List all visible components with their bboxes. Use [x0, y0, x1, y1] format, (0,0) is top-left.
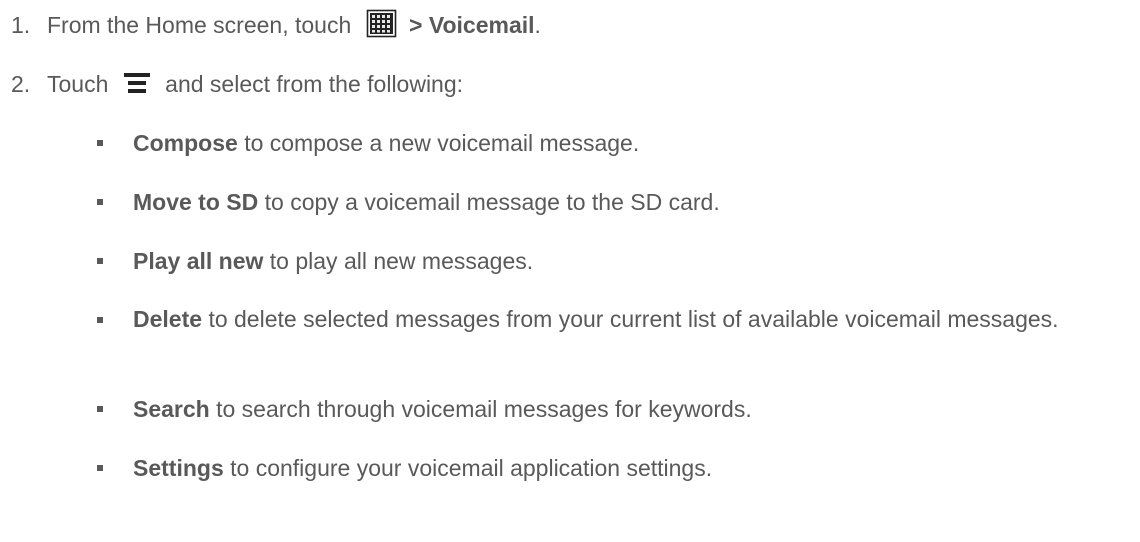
- list-item-text: Compose to compose a new voicemail messa…: [133, 128, 1123, 158]
- option-term: Compose: [133, 130, 238, 156]
- step-text: Touch and select from the following:: [47, 69, 463, 99]
- step-number: 1.: [11, 12, 31, 38]
- step-text: From the Home screen, touch > Voicemail.: [47, 9, 541, 41]
- voicemail-menu-path: > Voicemail: [402, 12, 535, 38]
- bullet-icon: [97, 465, 103, 471]
- option-term: Play all new: [133, 248, 264, 274]
- option-desc: to search through voicemail messages for…: [216, 396, 752, 422]
- option-term: Settings: [133, 455, 224, 481]
- bullet-icon: [97, 258, 103, 264]
- option-desc: to copy a voicemail message to the SD ca…: [264, 189, 720, 215]
- list-item-text: Move to SD to copy a voicemail message t…: [133, 187, 1123, 217]
- bullet-icon: [97, 406, 103, 412]
- apps-grid-icon: [365, 9, 397, 39]
- step-text-rest: and select from the following:: [158, 71, 464, 97]
- step-text-lead: Touch: [47, 71, 115, 97]
- list-item-text: Delete to delete selected messages from …: [133, 305, 1123, 334]
- list-item-text: Settings to configure your voicemail app…: [133, 453, 1123, 483]
- option-desc: to play all new messages.: [269, 248, 534, 274]
- menu-icon: [123, 72, 150, 94]
- bullet-icon: [97, 317, 103, 323]
- step-number: 2.: [11, 71, 31, 97]
- step-text-end: .: [534, 12, 541, 38]
- list-item-text: Search to search through voicemail messa…: [133, 394, 1123, 424]
- step-text-lead: From the Home screen, touch: [47, 12, 358, 38]
- option-desc: to delete selected messages from your cu…: [208, 306, 1059, 332]
- bullet-icon: [97, 199, 103, 205]
- apps-grid-icon-svg: [365, 9, 397, 39]
- menu-icon-svg: [123, 72, 150, 93]
- list-item-text: Play all new to play all new messages.: [133, 246, 1123, 276]
- bullet-icon: [97, 140, 103, 146]
- option-desc: to compose a new voicemail message.: [244, 130, 640, 156]
- option-term: Move to SD: [133, 189, 259, 215]
- option-term: Delete: [133, 306, 203, 332]
- option-term: Search: [133, 396, 210, 422]
- option-desc: to configure your voicemail application …: [230, 455, 713, 481]
- instructions-page: 1. From the Home screen, touch > Voicema…: [0, 0, 1140, 542]
